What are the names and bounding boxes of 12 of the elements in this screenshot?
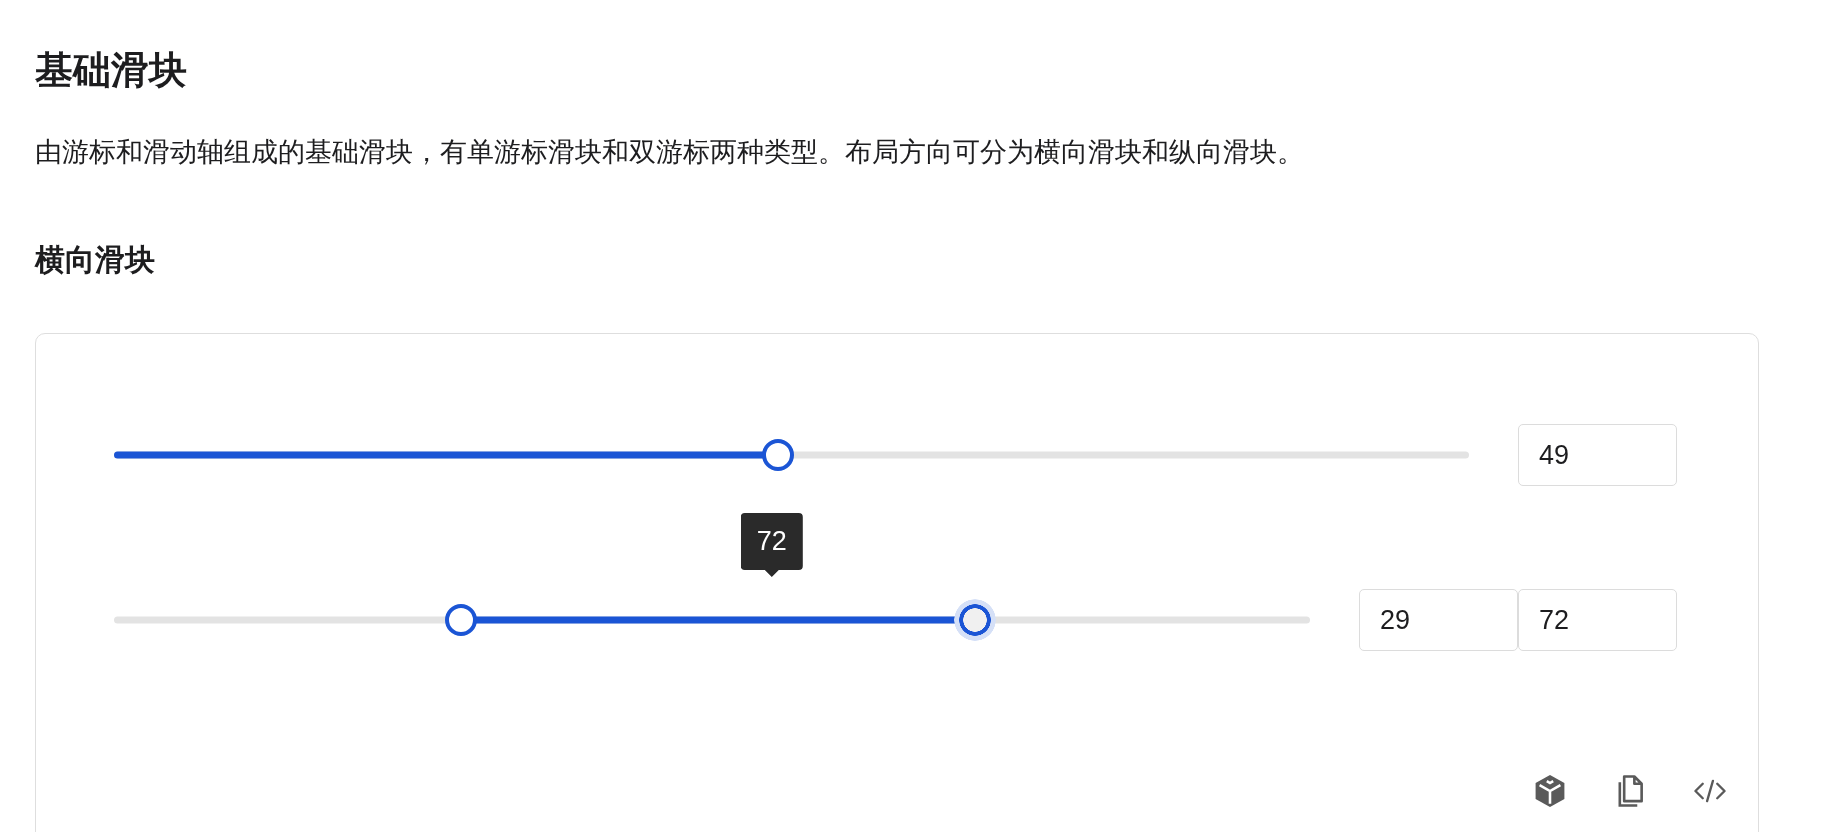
value-tooltip: 72 bbox=[740, 513, 803, 577]
section-title: 横向滑块 bbox=[35, 242, 155, 278]
slider-thumb[interactable] bbox=[954, 599, 997, 641]
page-title: 基础滑块 bbox=[35, 48, 187, 93]
slider-thumb[interactable] bbox=[444, 604, 477, 636]
cube-icon[interactable] bbox=[1534, 775, 1566, 807]
slider-thumb[interactable] bbox=[761, 439, 794, 471]
slider-track[interactable] bbox=[114, 599, 1310, 641]
number-input-field[interactable]: 49 bbox=[1518, 424, 1677, 486]
page-description: 由游标和滑动轴组成的基础滑块，有单游标滑块和双游标两种类型。布局方向可分为横向滑块和纵向滑块。 bbox=[35, 136, 1304, 169]
number-input-field[interactable]: 72 bbox=[1518, 589, 1677, 651]
number-input-field[interactable]: 29 bbox=[1359, 589, 1518, 651]
